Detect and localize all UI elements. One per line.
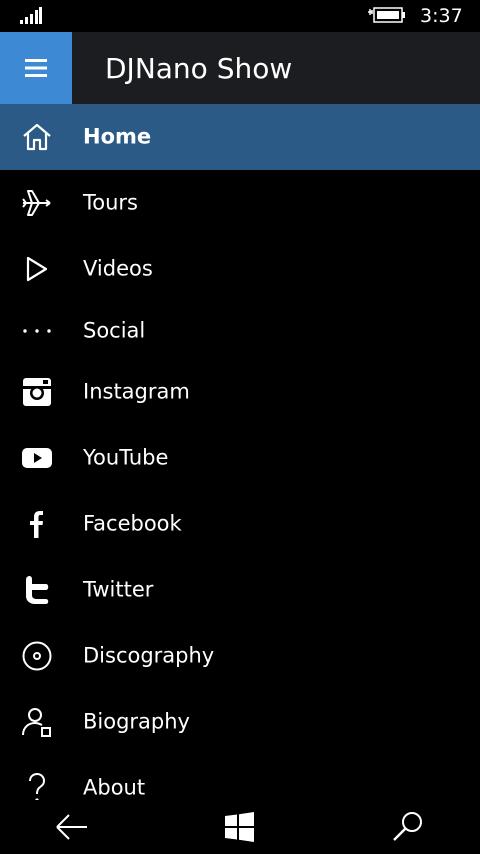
menu-item-videos[interactable]: Videos (0, 236, 480, 302)
menu-item-label: Tours (83, 190, 138, 215)
hamburger-menu-button[interactable] (0, 32, 72, 104)
home-icon (20, 120, 54, 154)
app-header: DJNano Show (0, 32, 480, 104)
menu-item-home[interactable]: Home (0, 104, 480, 170)
back-button[interactable] (54, 810, 90, 844)
menu-item-label: Discography (83, 643, 215, 668)
menu-item-social[interactable]: Social (0, 302, 480, 359)
menu-item-label: About (83, 775, 146, 800)
menu-item-label: Twitter (83, 577, 154, 602)
more-dots-icon (20, 314, 54, 348)
signal-bars-icon (20, 7, 42, 24)
back-arrow-icon (56, 814, 87, 840)
navigation-menu: Home Tours Videos Social Instagram YouTu… (0, 104, 480, 821)
play-icon (20, 252, 54, 286)
menu-item-youtube[interactable]: YouTube (0, 425, 480, 491)
windows-start-icon (225, 812, 254, 842)
person-icon (20, 705, 54, 739)
instagram-icon (20, 375, 54, 409)
menu-item-label: Videos (83, 256, 153, 281)
facebook-icon (20, 507, 54, 541)
search-button[interactable] (390, 810, 426, 844)
disc-icon (20, 639, 54, 673)
search-icon (393, 812, 422, 841)
menu-item-discography[interactable]: Discography (0, 623, 480, 689)
menu-item-label: Instagram (83, 379, 190, 404)
menu-item-label: Biography (83, 709, 190, 734)
menu-item-label: Social (83, 318, 146, 343)
youtube-icon (20, 441, 54, 475)
menu-item-instagram[interactable]: Instagram (0, 359, 480, 425)
status-bar: 3:37 (0, 0, 480, 32)
airplane-icon (20, 186, 54, 220)
app-title: DJNano Show (105, 52, 293, 85)
status-time: 3:37 (420, 5, 463, 27)
menu-item-twitter[interactable]: Twitter (0, 557, 480, 623)
menu-item-label: Facebook (83, 511, 182, 536)
system-nav-bar (0, 800, 480, 854)
twitter-icon (20, 573, 54, 607)
menu-item-label: Home (83, 124, 152, 149)
battery-charging-icon (368, 6, 406, 24)
menu-item-biography[interactable]: Biography (0, 689, 480, 755)
menu-item-tours[interactable]: Tours (0, 170, 480, 236)
menu-item-label: YouTube (83, 445, 169, 470)
menu-item-facebook[interactable]: Facebook (0, 491, 480, 557)
start-button[interactable] (222, 810, 258, 844)
hamburger-icon (25, 59, 47, 77)
